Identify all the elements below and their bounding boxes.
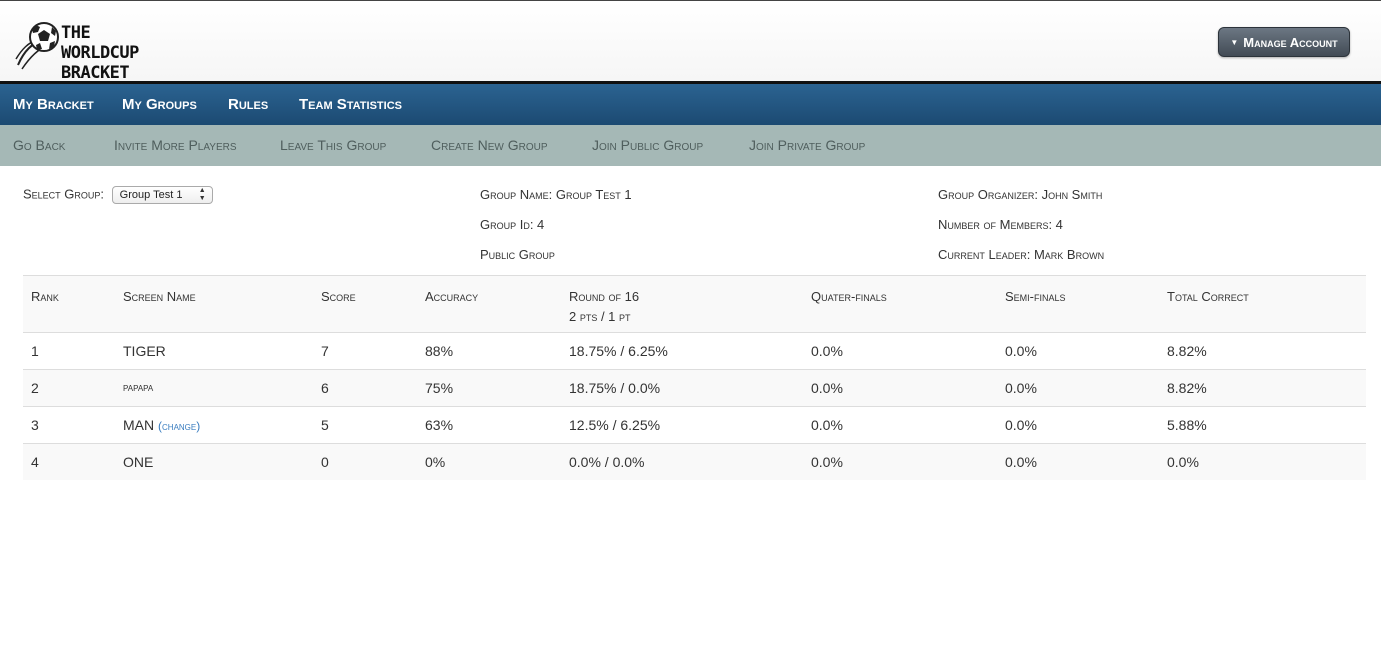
cell-total-correct: 0.0% <box>1167 454 1199 470</box>
nav-my-groups[interactable]: My Groups <box>122 84 197 125</box>
subnav-go-back[interactable]: Go Back <box>13 125 65 166</box>
subnav-invite-players[interactable]: Invite More Players <box>114 125 237 166</box>
soccer-ball-icon <box>15 22 59 70</box>
group-subnav: Go Back Invite More Players Leave This G… <box>0 125 1381 166</box>
header-round-of-16-title: Round of 16 <box>569 289 640 304</box>
table-row: 3 MAN (change) 5 63% 12.5% / 6.25% 0.0% … <box>23 406 1366 443</box>
header-rank: Rank <box>31 289 59 304</box>
group-select[interactable]: Group Test 1 ▲ ▼ <box>111 186 213 204</box>
cell-score: 6 <box>321 380 329 396</box>
cell-semi-finals: 0.0% <box>1005 380 1037 396</box>
manage-account-button[interactable]: ▼ Manage Account <box>1218 27 1350 57</box>
cell-semi-finals: 0.0% <box>1005 343 1037 359</box>
header-round-of-16-points: 2 pts / 1 pt <box>569 309 631 324</box>
group-id: Group Id: 4 <box>480 217 545 232</box>
group-select-value: Group Test 1 <box>119 189 183 201</box>
cell-quarter-finals: 0.0% <box>811 454 843 470</box>
cell-score: 5 <box>321 417 329 433</box>
table-header-row: Rank Screen Name Score Accuracy Round of… <box>23 275 1366 332</box>
cell-total-correct: 5.88% <box>1167 417 1207 433</box>
group-members: Number of Members: 4 <box>938 217 1063 232</box>
cell-screen-name: papapa <box>123 382 154 394</box>
cell-rank: 2 <box>31 380 39 396</box>
cell-rank: 1 <box>31 343 39 359</box>
logo-line-2: WORLDCUP BRACKET <box>61 43 139 83</box>
cell-rank: 3 <box>31 417 39 433</box>
table-row: 1 TIGER 7 88% 18.75% / 6.25% 0.0% 0.0% 8… <box>23 332 1366 369</box>
main-nav: My Bracket My Groups Rules Team Statisti… <box>0 84 1381 125</box>
group-name: Group Name: Group Test 1 <box>480 187 632 202</box>
subnav-create-group[interactable]: Create New Group <box>431 125 548 166</box>
subnav-leave-group[interactable]: Leave This Group <box>280 125 386 166</box>
cell-round-of-16: 18.75% / 6.25% <box>569 343 668 359</box>
header-semi-finals: Semi-finals <box>1005 289 1066 304</box>
header-total-correct: Total Correct <box>1167 289 1249 304</box>
table-row: 2 papapa 6 75% 18.75% / 0.0% 0.0% 0.0% 8… <box>23 369 1366 406</box>
cell-quarter-finals: 0.0% <box>811 380 843 396</box>
manage-account-label: Manage Account <box>1243 34 1338 50</box>
table-row: 4 ONE 0 0% 0.0% / 0.0% 0.0% 0.0% 0.0% <box>23 443 1366 480</box>
cell-round-of-16: 0.0% / 0.0% <box>569 454 645 470</box>
cell-accuracy: 75% <box>425 380 454 396</box>
cell-round-of-16: 12.5% / 6.25% <box>569 417 661 433</box>
nav-team-statistics[interactable]: Team Statistics <box>299 84 402 125</box>
header-quarter-finals: Quater-finals <box>811 289 887 304</box>
caret-down-icon: ▼ <box>1230 37 1239 47</box>
logo-line-1: THE <box>61 23 91 43</box>
select-group-label: Select Group: <box>23 186 105 202</box>
site-logo[interactable]: THE WORLDCUP BRACKET <box>14 21 214 83</box>
group-visibility: Public Group <box>480 247 555 262</box>
cell-round-of-16: 18.75% / 0.0% <box>569 380 661 396</box>
cell-accuracy: 0% <box>425 454 446 470</box>
subnav-join-private-group[interactable]: Join Private Group <box>749 125 865 166</box>
header-accuracy: Accuracy <box>425 289 479 304</box>
cell-score: 7 <box>321 343 329 359</box>
select-group-control: Select Group: Group Test 1 ▲ ▼ <box>23 186 213 204</box>
cell-accuracy: 63% <box>425 417 454 433</box>
cell-accuracy: 88% <box>425 343 454 359</box>
cell-quarter-finals: 0.0% <box>811 417 843 433</box>
screen-name-text: MAN <box>123 417 155 433</box>
cell-screen-name: MAN (change) <box>123 407 200 444</box>
standings-table: Rank Screen Name Score Accuracy Round of… <box>23 275 1366 480</box>
cell-screen-name: TIGER <box>123 343 166 359</box>
cell-rank: 4 <box>31 454 39 470</box>
header-score: Score <box>321 289 356 304</box>
cell-score: 0 <box>321 454 329 470</box>
select-arrows-icon: ▲ ▼ <box>198 187 206 202</box>
cell-screen-name: ONE <box>123 454 154 470</box>
cell-total-correct: 8.82% <box>1167 343 1207 359</box>
header-screen-name: Screen Name <box>123 289 196 304</box>
cell-semi-finals: 0.0% <box>1005 417 1037 433</box>
cell-semi-finals: 0.0% <box>1005 454 1037 470</box>
nav-rules[interactable]: Rules <box>228 84 268 125</box>
header-round-of-16: Round of 16 2 pts / 1 pt <box>569 276 639 327</box>
cell-total-correct: 8.82% <box>1167 380 1207 396</box>
group-organizer: Group Organizer: John Smith <box>938 187 1103 202</box>
subnav-join-public-group[interactable]: Join Public Group <box>592 125 703 166</box>
change-name-link[interactable]: (change) <box>158 419 200 433</box>
nav-my-bracket[interactable]: My Bracket <box>13 84 94 125</box>
cell-quarter-finals: 0.0% <box>811 343 843 359</box>
top-header: THE WORLDCUP BRACKET ▼ Manage Account <box>0 0 1381 83</box>
group-leader: Current Leader: Mark Brown <box>938 247 1105 262</box>
